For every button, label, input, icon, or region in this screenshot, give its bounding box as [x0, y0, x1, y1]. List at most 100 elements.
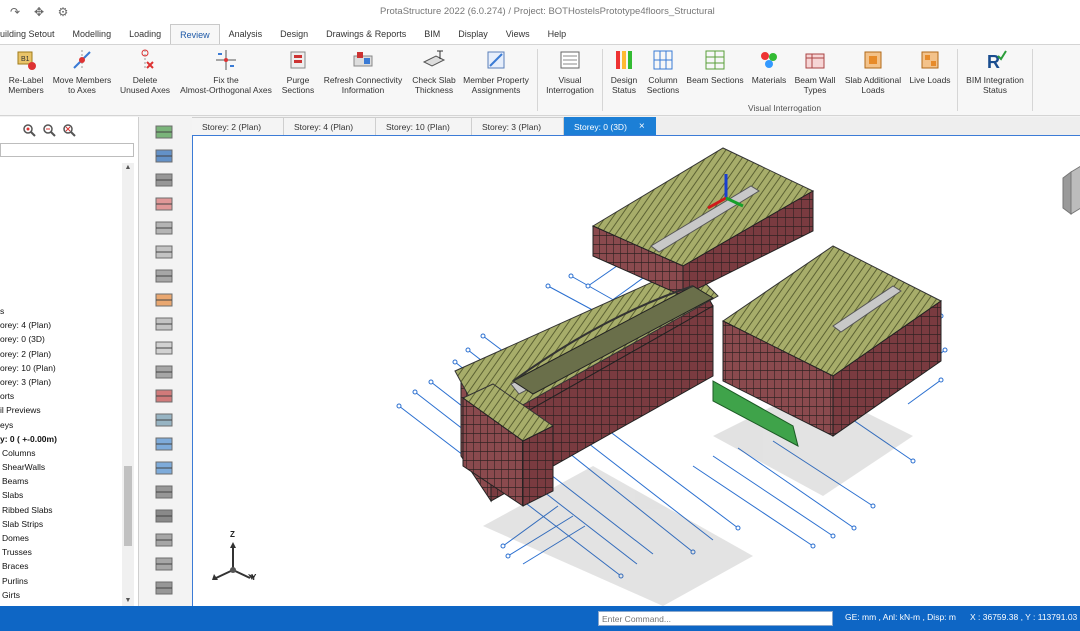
frame-icon[interactable]	[153, 529, 175, 551]
visual-interrogation-button[interactable]: Visual Interrogation	[543, 48, 597, 95]
ribbon-tabs: uilding Setout Modelling Loading Review …	[0, 24, 1080, 44]
tab-loading[interactable]: Loading	[120, 24, 170, 44]
tab-modelling[interactable]: Modelling	[64, 24, 121, 44]
move-icon[interactable]: ✥	[32, 5, 46, 19]
truss-icon[interactable]	[153, 433, 175, 455]
delete-axes-icon	[141, 49, 154, 70]
ribbon-separator	[957, 49, 958, 111]
tree-item[interactable]: Braces	[0, 559, 124, 573]
materials-button[interactable]: Materials	[750, 48, 788, 85]
doc-tab-storey-4[interactable]: Storey: 4 (Plan)	[284, 117, 376, 135]
doc-tab-storey-0-3d[interactable]: Storey: 0 (3D) ×	[564, 117, 656, 135]
explorer-search-input[interactable]	[0, 143, 134, 157]
tab-drawings-reports[interactable]: Drawings & Reports	[317, 24, 415, 44]
beam-icon[interactable]	[153, 241, 175, 263]
doc-tab-storey-3[interactable]: Storey: 3 (Plan)	[472, 117, 564, 135]
tree-item[interactable]: eys	[0, 418, 124, 432]
beam-wall-types-icon	[805, 53, 825, 69]
live-loads-icon	[921, 51, 939, 69]
wall-icon[interactable]	[153, 265, 175, 287]
tree-item[interactable]: Girts	[0, 588, 124, 602]
list-icon[interactable]	[153, 169, 175, 191]
zoom-find-icon[interactable]	[42, 123, 56, 137]
tree-item-storey-0[interactable]: y: 0 ( +-0.00m)	[0, 432, 124, 446]
check-slab-thickness-button[interactable]: Check Slab Thickness	[409, 48, 459, 95]
slab-additional-loads-button[interactable]: Slab Additional Loads	[842, 48, 904, 95]
tree-item[interactable]: orey: 10 (Plan)	[0, 361, 124, 375]
tab-display[interactable]: Display	[449, 24, 497, 44]
tree-item[interactable]: orey: 0 (3D)	[0, 332, 124, 346]
support-icon[interactable]	[153, 553, 175, 575]
bim-integration-status-button[interactable]: R BIM Integration Status	[962, 48, 1028, 95]
scrollbar-thumb[interactable]	[124, 466, 132, 546]
settings-icon[interactable]: ⚙	[56, 5, 70, 19]
materials-icon	[761, 52, 777, 68]
tree-item[interactable]: Ribbed Slabs	[0, 503, 124, 517]
command-input[interactable]	[598, 611, 833, 626]
purge-icon	[290, 51, 306, 69]
tab-building-setout[interactable]: uilding Setout	[0, 24, 64, 44]
purge-sections-button[interactable]: Purge Sections	[279, 48, 317, 95]
tab-bim[interactable]: BIM	[415, 24, 449, 44]
tab-design[interactable]: Design	[271, 24, 317, 44]
tab-review[interactable]: Review	[170, 24, 220, 44]
refresh-connectivity-button[interactable]: Refresh Connectivity Information	[322, 48, 404, 95]
doc-tab-storey-2[interactable]: Storey: 2 (Plan)	[192, 117, 284, 135]
strip-icon[interactable]	[153, 385, 175, 407]
design-status-button[interactable]: Design Status	[607, 48, 641, 95]
slab-icon[interactable]	[153, 289, 175, 311]
tab-analysis[interactable]: Analysis	[220, 24, 272, 44]
live-loads-button[interactable]: Live Loads	[907, 48, 953, 85]
member-property-assignments-button[interactable]: Member Property Assignments	[462, 48, 530, 95]
ribbed-slab-icon[interactable]	[153, 361, 175, 383]
tree-item[interactable]: orts	[0, 389, 124, 403]
3d-viewport[interactable]: Z Y	[192, 135, 1080, 606]
scroll-down-icon[interactable]: ▼	[122, 596, 134, 606]
steel-icon[interactable]	[153, 577, 175, 599]
tree-item[interactable]: Purlins	[0, 574, 124, 588]
redo-icon[interactable]: ↷	[8, 5, 22, 19]
zoom-find-icon[interactable]	[22, 123, 36, 137]
delete-unused-axes-button[interactable]: Delete Unused Axes	[118, 48, 172, 95]
plate-icon[interactable]	[153, 313, 175, 335]
tree-item[interactable]: Columns	[0, 446, 124, 460]
tree-item[interactable]: orey: 2 (Plan)	[0, 347, 124, 361]
scroll-up-icon[interactable]: ▲	[122, 163, 134, 173]
beam-wall-types-button[interactable]: Beam Wall Types	[792, 48, 838, 95]
dome-icon[interactable]	[153, 409, 175, 431]
member-toolbar	[146, 117, 184, 606]
tree-item[interactable]: Trusses	[0, 545, 124, 559]
tree-item[interactable]: Domes	[0, 531, 124, 545]
monitor-icon[interactable]	[153, 145, 175, 167]
tree-item[interactable]: orey: 3 (Plan)	[0, 375, 124, 389]
tree-item[interactable]: Slabs	[0, 488, 124, 502]
tree-item[interactable]: Slab Strips	[0, 517, 124, 531]
slab-thickness-icon	[422, 50, 446, 67]
grid-icon[interactable]	[153, 193, 175, 215]
view-cube-icon[interactable]	[1062, 166, 1080, 215]
tree-item[interactable]: orey: 4 (Plan)	[0, 318, 124, 332]
app-window: ↷ ✥ ⚙ ProtaStructure 2022 (6.0.274) / Pr…	[0, 0, 1080, 631]
tab-help[interactable]: Help	[539, 24, 576, 44]
beam-sections-button[interactable]: Beam Sections	[686, 48, 744, 85]
close-icon[interactable]: ×	[639, 121, 645, 132]
layers-icon[interactable]	[153, 121, 175, 143]
column-icon[interactable]	[153, 217, 175, 239]
brace-icon[interactable]	[153, 457, 175, 479]
tree-item[interactable]: Beams	[0, 474, 124, 488]
doc-tab-storey-10[interactable]: Storey: 10 (Plan)	[376, 117, 472, 135]
slab-flat-icon[interactable]	[153, 337, 175, 359]
move-members-to-axes-button[interactable]: Move Members to Axes	[51, 48, 113, 95]
explorer-scrollbar[interactable]: ▲ ▼	[122, 163, 134, 606]
purlin-icon[interactable]	[153, 481, 175, 503]
tree-item[interactable]: il Previews	[0, 403, 124, 417]
relabel-members-button[interactable]: B1 Re-Label Members	[6, 48, 46, 95]
fix-axes-button[interactable]: Fix the Almost-Orthogonal Axes	[178, 48, 274, 95]
building-wing-back	[591, 147, 815, 297]
column-sections-button[interactable]: Column Sections	[644, 48, 682, 95]
girt-icon[interactable]	[153, 505, 175, 527]
tree-item[interactable]: ShearWalls	[0, 460, 124, 474]
tab-views[interactable]: Views	[497, 24, 539, 44]
zoom-clear-icon[interactable]	[62, 123, 76, 137]
tree-item[interactable]: s	[0, 304, 124, 318]
